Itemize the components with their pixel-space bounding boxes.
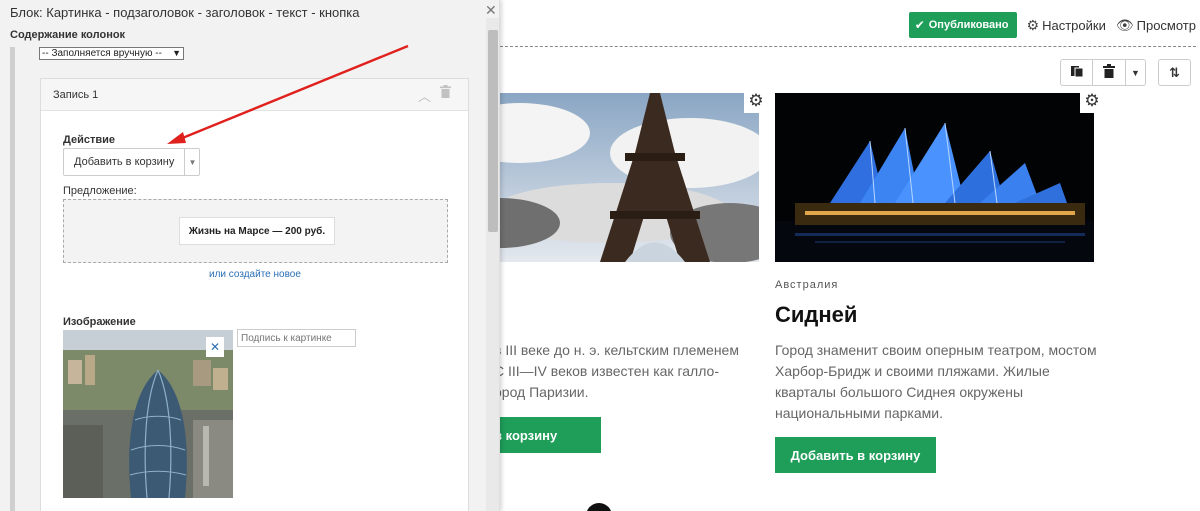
page: ✔ Опубликовано ⚙ Настройки 👁 Просмотр ▼ … [0,0,1200,511]
add-to-cart-button[interactable]: в корзину [490,417,601,453]
preview-link[interactable]: 👁 Просмотр [1116,17,1196,34]
preview-label: Просмотр [1136,17,1196,33]
card-text-line: Город знаменит своим оперным театром, мо… [775,342,1097,358]
card-text-line: кварталы большого Сиднея окружены [775,384,1024,400]
action-select[interactable]: Добавить в корзину ▼ [63,148,200,176]
card-title: Сидней [775,302,858,327]
gear-icon: ⚙ [748,91,764,110]
fill-mode-select[interactable]: -- Заполняется вручную -- ▼ [39,47,184,60]
block-editor-panel: Блок: Картинка - подзаголовок - заголово… [0,0,500,511]
nesting-bar [10,47,15,511]
card-text-line: ород Паризии. [494,384,589,400]
image-caption-input[interactable] [237,329,356,347]
more-dropdown-button[interactable]: ▼ [1126,59,1146,86]
card-settings-button[interactable]: ⚙ [1080,89,1104,113]
record-card: Запись 1 ︿ Действие Добавить в корзину ▼… [40,78,469,511]
offer-dropzone[interactable]: Жизнь на Марсе — 200 руб. [63,199,448,263]
record-title: Запись 1 [53,89,99,101]
block-boundary [500,46,1196,47]
fill-mode-value: -- Заполняется вручную -- [42,48,162,59]
offer-label: Предложение: [63,185,137,197]
collapse-record-button[interactable]: ︿ [418,86,431,105]
panel-scroll-thumb[interactable] [488,30,498,232]
caret-down-icon: ▼ [172,48,181,58]
sort-button[interactable]: ⇅ [1158,59,1191,86]
top-toolbar: ✔ Опубликовано ⚙ Настройки 👁 Просмотр [908,12,1196,38]
card-text-line: Харбор-Бридж и своими пляжами. Жилые [775,363,1050,379]
close-icon: ✕ [209,340,221,354]
copy-icon [1070,64,1084,81]
card-text: Город знаменит своим оперным театром, мо… [775,340,1097,424]
close-icon: ✕ [485,2,497,18]
scroll-indicator[interactable] [586,503,612,511]
add-to-cart-button[interactable]: Добавить в корзину [775,437,936,473]
chevron-up-icon: ︿ [418,89,432,104]
create-offer-link[interactable]: или создайте новое [209,269,301,280]
settings-link[interactable]: ⚙ Настройки [1027,17,1106,34]
delete-block-button[interactable] [1093,59,1126,86]
remove-image-button[interactable]: ✕ [206,337,224,357]
card-image-paris [460,93,759,262]
columns-content-label: Содержание колонок [10,29,126,41]
panel-title: Блок: Картинка - подзаголовок - заголово… [10,5,360,20]
caret-down-icon: ▼ [184,149,200,175]
sort-tools: ⇅ [1158,59,1191,86]
card-text-line: С III—IV веков известен как галло- [494,363,719,379]
card-settings-button[interactable]: ⚙ [744,89,768,113]
gear-icon: ⚙ [1026,16,1040,33]
card-text: в III веке до н. э. кельтским племенем С… [494,340,739,403]
record-header[interactable]: Запись 1 ︿ [41,79,468,111]
caret-down-icon: ▼ [1131,67,1140,78]
card-image-sydney [775,93,1094,262]
delete-record-button[interactable] [440,85,451,101]
published-button[interactable]: ✔ Опубликовано [908,12,1017,38]
offer-chip[interactable]: Жизнь на Марсе — 200 руб. [179,217,335,245]
action-label: Действие [63,134,115,146]
check-icon: ✔ [914,18,925,32]
trash-icon [1103,64,1115,81]
copy-block-button[interactable] [1060,59,1093,86]
gear-icon: ⚙ [1084,91,1100,110]
eye-icon: 👁 [1115,16,1134,33]
card-text-line: национальными парками. [775,405,943,421]
card-eyebrow: Австралия [775,279,839,291]
close-panel-button[interactable]: ✕ [485,2,497,19]
action-select-value: Добавить в корзину [74,156,175,168]
block-tools: ▼ [1060,59,1146,86]
image-label: Изображение [63,316,136,328]
card-text-line: в III веке до н. э. кельтским племенем [494,342,739,358]
settings-label: Настройки [1042,17,1106,33]
published-label: Опубликовано [928,19,1009,31]
sort-icon: ⇅ [1169,64,1180,80]
trash-icon [440,85,451,101]
